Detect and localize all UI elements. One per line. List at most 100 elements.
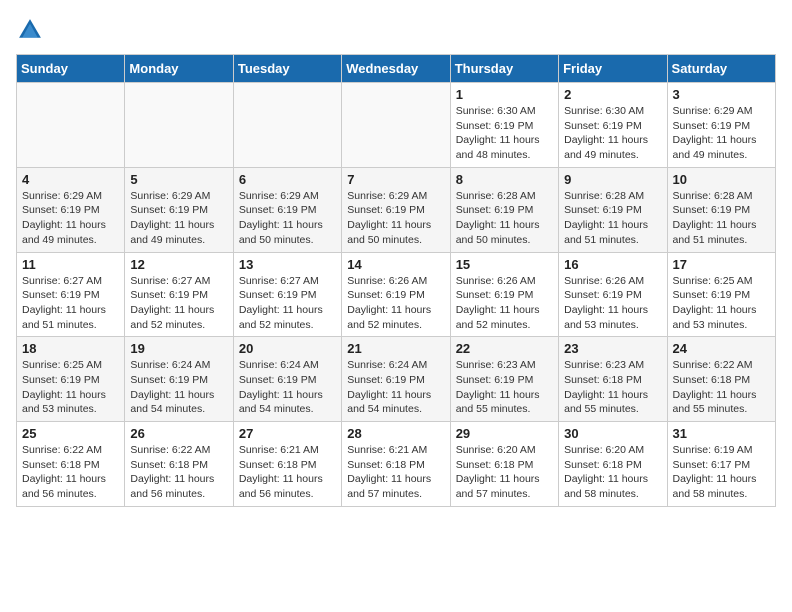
day-header-thursday: Thursday (450, 55, 558, 83)
calendar-cell (125, 83, 233, 168)
day-number: 31 (673, 426, 770, 441)
day-detail: Sunrise: 6:27 AM Sunset: 6:19 PM Dayligh… (130, 274, 227, 333)
day-detail: Sunrise: 6:21 AM Sunset: 6:18 PM Dayligh… (239, 443, 336, 502)
day-detail: Sunrise: 6:29 AM Sunset: 6:19 PM Dayligh… (130, 189, 227, 248)
calendar-cell: 31 Sunrise: 6:19 AM Sunset: 6:17 PM Dayli… (667, 422, 775, 507)
day-detail: Sunrise: 6:29 AM Sunset: 6:19 PM Dayligh… (22, 189, 119, 248)
day-number: 5 (130, 172, 227, 187)
calendar-cell: 2 Sunrise: 6:30 AM Sunset: 6:19 PM Daylig… (559, 83, 667, 168)
day-number: 15 (456, 257, 553, 272)
calendar-cell: 4Sunrise: 6:29 AM Sunset: 6:19 PM Daylig… (17, 167, 125, 252)
calendar-body: 1 Sunrise: 6:30 AM Sunset: 6:19 PM Daylig… (17, 83, 776, 507)
day-number: 18 (22, 341, 119, 356)
day-number: 28 (347, 426, 444, 441)
day-number: 2 (564, 87, 661, 102)
day-number: 20 (239, 341, 336, 356)
calendar-cell: 9 Sunrise: 6:28 AM Sunset: 6:19 PM Daylig… (559, 167, 667, 252)
calendar-cell: 29Sunrise: 6:20 AM Sunset: 6:18 PM Dayli… (450, 422, 558, 507)
calendar-cell: 5 Sunrise: 6:29 AM Sunset: 6:19 PM Daylig… (125, 167, 233, 252)
calendar-cell: 17 Sunrise: 6:25 AM Sunset: 6:19 PM Dayli… (667, 252, 775, 337)
calendar-cell: 26Sunrise: 6:22 AM Sunset: 6:18 PM Dayli… (125, 422, 233, 507)
calendar-cell: 11 Sunrise: 6:27 AM Sunset: 6:19 PM Dayli… (17, 252, 125, 337)
day-number: 6 (239, 172, 336, 187)
calendar-week-row: 1 Sunrise: 6:30 AM Sunset: 6:19 PM Daylig… (17, 83, 776, 168)
day-number: 16 (564, 257, 661, 272)
day-detail: Sunrise: 6:22 AM Sunset: 6:18 PM Dayligh… (673, 358, 770, 417)
calendar-cell: 6 Sunrise: 6:29 AM Sunset: 6:19 PM Daylig… (233, 167, 341, 252)
day-detail: Sunrise: 6:19 AM Sunset: 6:17 PM Dayligh… (673, 443, 770, 502)
day-detail: Sunrise: 6:27 AM Sunset: 6:19 PM Dayligh… (22, 274, 119, 333)
day-number: 27 (239, 426, 336, 441)
calendar-week-row: 4Sunrise: 6:29 AM Sunset: 6:19 PM Daylig… (17, 167, 776, 252)
calendar-cell: 30 Sunrise: 6:20 AM Sunset: 6:18 PM Dayli… (559, 422, 667, 507)
logo (16, 16, 48, 44)
day-detail: Sunrise: 6:28 AM Sunset: 6:19 PM Dayligh… (456, 189, 553, 248)
day-detail: Sunrise: 6:23 AM Sunset: 6:19 PM Dayligh… (456, 358, 553, 417)
calendar-cell: 19 Sunrise: 6:24 AM Sunset: 6:19 PM Dayli… (125, 337, 233, 422)
day-detail: Sunrise: 6:26 AM Sunset: 6:19 PM Dayligh… (564, 274, 661, 333)
day-number: 11 (22, 257, 119, 272)
day-detail: Sunrise: 6:30 AM Sunset: 6:19 PM Dayligh… (564, 104, 661, 163)
day-number: 30 (564, 426, 661, 441)
page-header (16, 16, 776, 44)
day-number: 24 (673, 341, 770, 356)
calendar-cell: 8 Sunrise: 6:28 AM Sunset: 6:19 PM Daylig… (450, 167, 558, 252)
calendar-cell: 20 Sunrise: 6:24 AM Sunset: 6:19 PM Dayli… (233, 337, 341, 422)
day-detail: Sunrise: 6:24 AM Sunset: 6:19 PM Dayligh… (130, 358, 227, 417)
day-number: 9 (564, 172, 661, 187)
calendar-cell: 13 Sunrise: 6:27 AM Sunset: 6:19 PM Dayli… (233, 252, 341, 337)
day-detail: Sunrise: 6:24 AM Sunset: 6:19 PM Dayligh… (239, 358, 336, 417)
day-number: 22 (456, 341, 553, 356)
day-number: 1 (456, 87, 553, 102)
calendar-cell: 7Sunrise: 6:29 AM Sunset: 6:19 PM Daylig… (342, 167, 450, 252)
day-number: 19 (130, 341, 227, 356)
day-number: 14 (347, 257, 444, 272)
calendar-cell: 15 Sunrise: 6:26 AM Sunset: 6:19 PM Dayli… (450, 252, 558, 337)
calendar-cell (17, 83, 125, 168)
day-number: 3 (673, 87, 770, 102)
day-header-saturday: Saturday (667, 55, 775, 83)
calendar-cell (342, 83, 450, 168)
day-detail: Sunrise: 6:20 AM Sunset: 6:18 PM Dayligh… (456, 443, 553, 502)
day-number: 13 (239, 257, 336, 272)
calendar-cell: 3 Sunrise: 6:29 AM Sunset: 6:19 PM Daylig… (667, 83, 775, 168)
day-header-monday: Monday (125, 55, 233, 83)
day-detail: Sunrise: 6:21 AM Sunset: 6:18 PM Dayligh… (347, 443, 444, 502)
day-detail: Sunrise: 6:26 AM Sunset: 6:19 PM Dayligh… (456, 274, 553, 333)
day-header-tuesday: Tuesday (233, 55, 341, 83)
calendar-cell: 22 Sunrise: 6:23 AM Sunset: 6:19 PM Dayli… (450, 337, 558, 422)
day-number: 25 (22, 426, 119, 441)
calendar-cell: 25Sunrise: 6:22 AM Sunset: 6:18 PM Dayli… (17, 422, 125, 507)
day-header-wednesday: Wednesday (342, 55, 450, 83)
calendar-week-row: 11 Sunrise: 6:27 AM Sunset: 6:19 PM Dayli… (17, 252, 776, 337)
calendar-cell: 18 Sunrise: 6:25 AM Sunset: 6:19 PM Dayli… (17, 337, 125, 422)
day-detail: Sunrise: 6:29 AM Sunset: 6:19 PM Dayligh… (673, 104, 770, 163)
day-detail: Sunrise: 6:25 AM Sunset: 6:19 PM Dayligh… (673, 274, 770, 333)
day-header-sunday: Sunday (17, 55, 125, 83)
calendar-cell: 10Sunrise: 6:28 AM Sunset: 6:19 PM Dayli… (667, 167, 775, 252)
day-detail: Sunrise: 6:28 AM Sunset: 6:19 PM Dayligh… (564, 189, 661, 248)
day-detail: Sunrise: 6:29 AM Sunset: 6:19 PM Dayligh… (239, 189, 336, 248)
day-number: 8 (456, 172, 553, 187)
day-detail: Sunrise: 6:26 AM Sunset: 6:19 PM Dayligh… (347, 274, 444, 333)
day-detail: Sunrise: 6:27 AM Sunset: 6:19 PM Dayligh… (239, 274, 336, 333)
calendar-cell: 14 Sunrise: 6:26 AM Sunset: 6:19 PM Dayli… (342, 252, 450, 337)
day-number: 10 (673, 172, 770, 187)
day-number: 26 (130, 426, 227, 441)
day-detail: Sunrise: 6:25 AM Sunset: 6:19 PM Dayligh… (22, 358, 119, 417)
calendar-cell (233, 83, 341, 168)
calendar-cell: 28 Sunrise: 6:21 AM Sunset: 6:18 PM Dayli… (342, 422, 450, 507)
logo-icon (16, 16, 44, 44)
calendar-header-row: SundayMondayTuesdayWednesdayThursdayFrid… (17, 55, 776, 83)
day-header-friday: Friday (559, 55, 667, 83)
calendar-cell: 21Sunrise: 6:24 AM Sunset: 6:19 PM Dayli… (342, 337, 450, 422)
day-number: 17 (673, 257, 770, 272)
calendar-cell: 23Sunrise: 6:23 AM Sunset: 6:18 PM Dayli… (559, 337, 667, 422)
calendar-table: SundayMondayTuesdayWednesdayThursdayFrid… (16, 54, 776, 507)
day-detail: Sunrise: 6:24 AM Sunset: 6:19 PM Dayligh… (347, 358, 444, 417)
day-number: 23 (564, 341, 661, 356)
calendar-cell: 24 Sunrise: 6:22 AM Sunset: 6:18 PM Dayli… (667, 337, 775, 422)
day-detail: Sunrise: 6:20 AM Sunset: 6:18 PM Dayligh… (564, 443, 661, 502)
day-detail: Sunrise: 6:29 AM Sunset: 6:19 PM Dayligh… (347, 189, 444, 248)
calendar-cell: 12Sunrise: 6:27 AM Sunset: 6:19 PM Dayli… (125, 252, 233, 337)
